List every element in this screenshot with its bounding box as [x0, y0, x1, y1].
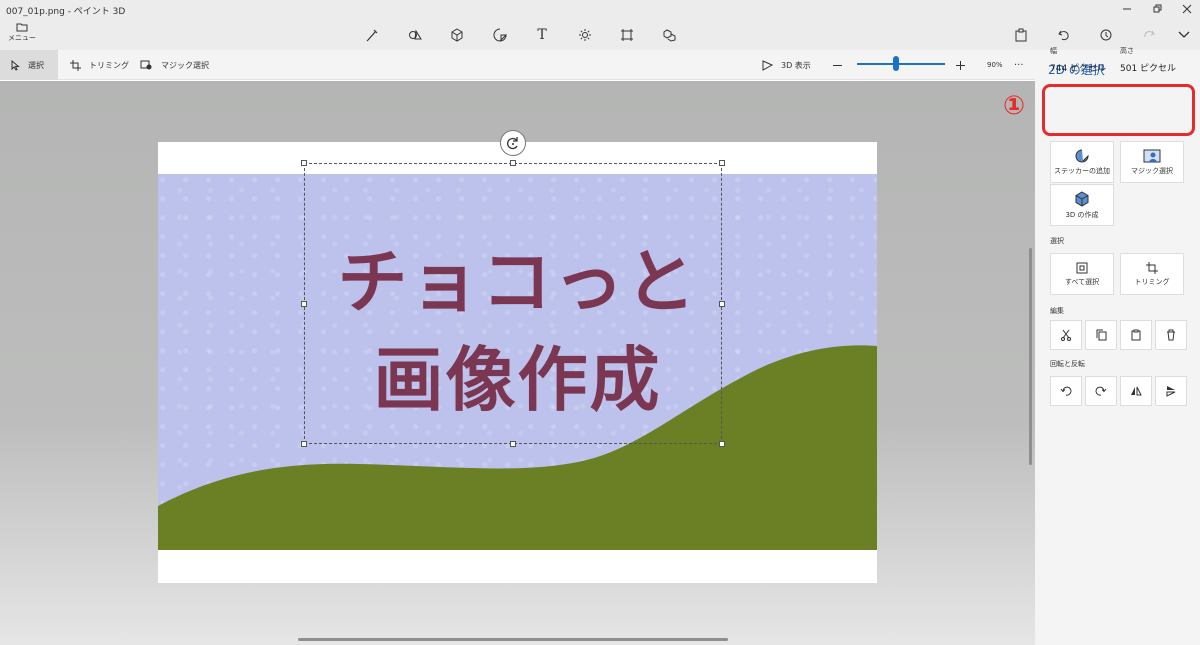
- paste-icon: [1131, 329, 1141, 341]
- plus-icon: [956, 60, 965, 70]
- rotate-handle[interactable]: [500, 130, 526, 156]
- stickers-icon[interactable]: [489, 26, 511, 44]
- magic-select-icon: [1143, 149, 1161, 162]
- resize-handle[interactable]: [719, 160, 725, 166]
- horizontal-scrollbar[interactable]: [298, 638, 728, 641]
- minimize-icon[interactable]: [1115, 2, 1139, 16]
- resize-handle[interactable]: [719, 441, 725, 447]
- brushes-icon[interactable]: [361, 26, 383, 44]
- selection-box[interactable]: [304, 163, 722, 444]
- effects-icon[interactable]: [574, 26, 596, 44]
- more-options-button[interactable]: ···: [1014, 50, 1024, 80]
- flip-vertical-button[interactable]: [1155, 376, 1187, 406]
- make-3d-label: 3D の作成: [1065, 210, 1099, 219]
- select-section-label: 選択: [1050, 237, 1064, 245]
- flip-vertical-icon: [1166, 386, 1176, 397]
- expand-chevron-icon[interactable]: [1173, 26, 1195, 44]
- vertical-scrollbar[interactable]: [1029, 248, 1032, 465]
- select-all-icon: [1076, 262, 1088, 273]
- window-title: 007_01p.png - ペイント 3D: [6, 7, 126, 17]
- zoom-slider-track[interactable]: [857, 63, 945, 65]
- sticker-icon: [1075, 149, 1089, 162]
- 3d-library-icon[interactable]: [659, 26, 681, 44]
- view-3d-label: 3D 表示: [781, 60, 811, 70]
- select-all-button[interactable]: すべて選択: [1050, 253, 1114, 295]
- magic-select-panel-label: マジック選択: [1131, 166, 1173, 175]
- paste-button[interactable]: [1120, 320, 1152, 350]
- edit-section-label: 編集: [1050, 307, 1064, 315]
- resize-handle[interactable]: [301, 301, 307, 307]
- crop-icon: [70, 59, 81, 71]
- copy-button[interactable]: [1085, 320, 1117, 350]
- paste-icon[interactable]: [1010, 26, 1032, 44]
- rotate-left-icon: [1060, 386, 1072, 396]
- rotate-section-label: 回転と反転: [1050, 360, 1085, 368]
- crop-panel-button[interactable]: トリミング: [1120, 253, 1184, 295]
- redo-icon[interactable]: [1138, 26, 1160, 44]
- options-bar: 選択 トリミング マジック選択 3D 表示 90% ···: [0, 50, 1035, 80]
- select-tool-button[interactable]: 選択: [0, 50, 58, 80]
- menu-label: メニュー: [8, 34, 36, 42]
- history-icon[interactable]: [1095, 26, 1117, 44]
- flip-horizontal-icon: [1131, 386, 1142, 396]
- select-label: 選択: [28, 60, 44, 70]
- copy-icon: [1096, 329, 1107, 341]
- close-icon[interactable]: [1175, 2, 1199, 16]
- add-sticker-button[interactable]: ステッカーの追加: [1050, 141, 1114, 183]
- cut-button[interactable]: [1050, 320, 1082, 350]
- scissors-icon: [1061, 329, 1071, 341]
- height-value[interactable]: 501 ピクセル: [1120, 61, 1176, 74]
- width-value[interactable]: 744 ピクセル: [1050, 61, 1106, 74]
- crop-icon: [1146, 261, 1158, 274]
- height-label: 高さ: [1120, 47, 1134, 55]
- delete-button[interactable]: [1155, 320, 1187, 350]
- crop-panel-label: トリミング: [1134, 277, 1170, 286]
- select-all-label: すべて選択: [1064, 277, 1100, 286]
- annotation-marker: ①: [1002, 91, 1025, 121]
- zoom-in-button[interactable]: [955, 50, 974, 80]
- resize-handle[interactable]: [719, 301, 725, 307]
- make-3d-button[interactable]: 3D の作成: [1050, 184, 1114, 226]
- zoom-out-button[interactable]: [832, 50, 851, 80]
- undo-icon[interactable]: [1053, 26, 1075, 44]
- text-icon[interactable]: T: [531, 26, 553, 44]
- resize-handle[interactable]: [301, 441, 307, 447]
- add-sticker-label: ステッカーの追加: [1054, 166, 1110, 175]
- size-highlight: [1042, 84, 1195, 136]
- 2d-shapes-icon[interactable]: [404, 26, 426, 44]
- resize-handle[interactable]: [510, 441, 516, 447]
- magic-select-icon: [140, 60, 152, 69]
- rotate-left-button[interactable]: [1050, 376, 1082, 406]
- width-label: 幅: [1050, 47, 1057, 55]
- cube-icon: [1075, 190, 1089, 207]
- trash-icon: [1167, 329, 1175, 341]
- view-3d-button[interactable]: 3D 表示: [762, 50, 811, 80]
- magic-select-panel-button[interactable]: マジック選択: [1120, 141, 1184, 183]
- zoom-level: 90%: [987, 61, 1003, 69]
- canvas-icon[interactable]: [616, 26, 638, 44]
- magic-select-button[interactable]: マジック選択: [140, 50, 209, 80]
- resize-handle[interactable]: [301, 160, 307, 166]
- rotate-icon: [507, 137, 518, 150]
- view-3d-icon: [762, 59, 773, 71]
- menu-button[interactable]: メニュー: [6, 22, 38, 46]
- zoom-slider-thumb[interactable]: [893, 56, 899, 71]
- restore-icon[interactable]: [1145, 2, 1169, 16]
- title-bar: 007_01p.png - ペイント 3D メニュー T: [0, 0, 1200, 50]
- cursor-icon: [11, 59, 20, 71]
- flip-horizontal-button[interactable]: [1120, 376, 1152, 406]
- minus-icon: [833, 64, 842, 66]
- crop-tool-button[interactable]: トリミング: [70, 50, 129, 80]
- rotate-right-button[interactable]: [1085, 376, 1117, 406]
- magic-select-label: マジック選択: [161, 60, 209, 70]
- folder-icon: [16, 23, 28, 32]
- crop-label: トリミング: [89, 60, 129, 70]
- rotate-right-icon: [1095, 386, 1107, 396]
- 3d-shapes-icon[interactable]: [446, 26, 468, 44]
- resize-handle[interactable]: [510, 160, 516, 166]
